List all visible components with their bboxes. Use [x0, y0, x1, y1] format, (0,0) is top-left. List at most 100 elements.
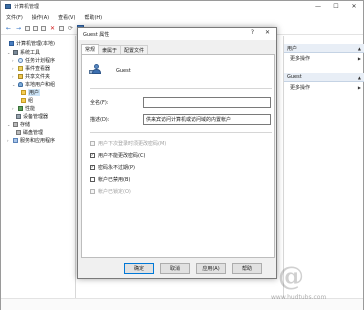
tab-member-of[interactable]: 隶属于: [98, 45, 122, 54]
tree-item-groups[interactable]: 组: [21, 96, 33, 104]
submenu-arrow-icon: ▶: [357, 84, 361, 90]
tree-item-storage[interactable]: ⌄ 存储: [7, 120, 30, 128]
menu-file[interactable]: 文件(F): [6, 14, 23, 21]
actions-item-label: 更多操作: [290, 55, 311, 62]
expand-icon[interactable]: ›: [12, 74, 16, 79]
general-tab-panel: Guest 全名(F): 描述(D): 用户下次登录时须更改密码(M) ✓ 用户…: [81, 54, 275, 258]
tree-label: 组: [28, 97, 34, 104]
tree-item-users[interactable]: 用户: [21, 88, 41, 96]
minimize-button[interactable]: —: [309, 1, 327, 12]
computer-icon: [9, 40, 14, 46]
expand-icon[interactable]: ›: [12, 66, 16, 71]
fullname-label: 全名(F):: [90, 100, 109, 106]
menu-bar: 文件(F) 操作(A) 查看(V) 帮助(H): [1, 12, 363, 23]
help-button[interactable]: 帮助: [232, 263, 262, 274]
checkbox-label: 密码永不过期(P): [98, 164, 135, 171]
expand-icon[interactable]: ›: [12, 58, 16, 63]
dialog-close-icon[interactable]: ✕: [265, 29, 270, 36]
expand-icon[interactable]: ›: [7, 138, 11, 143]
actions-header-label: 用户: [287, 45, 298, 52]
actions-header-label: Guest: [287, 74, 302, 80]
tree-item-root[interactable]: 计算机管理(本地): [3, 39, 55, 47]
tree-label: 事件查看器: [25, 65, 51, 72]
performance-icon: [18, 105, 23, 111]
submenu-arrow-icon: ▶: [357, 55, 361, 61]
checkbox-label: 用户下次登录时须更改密码(M): [98, 140, 167, 147]
folder-icon: [21, 97, 26, 103]
menu-action[interactable]: 操作(A): [32, 14, 49, 21]
window-controls: — ☐ ✕: [309, 1, 363, 12]
services-icon: [13, 137, 18, 143]
help-icon[interactable]: ?: [251, 29, 254, 36]
dialog-title-bar: Guest 属性 ? ✕: [78, 28, 276, 40]
tree-item-task-scheduler[interactable]: › 任务计划程序: [12, 56, 55, 64]
shared-folder-icon: [18, 73, 23, 79]
tree-item-performance[interactable]: › 性能: [12, 104, 35, 112]
checkbox-box[interactable]: ✓: [90, 164, 95, 170]
refresh-icon[interactable]: ⟳: [67, 25, 74, 32]
tree-item-shared-folders[interactable]: › 共享文件夹: [12, 72, 50, 80]
checkbox-box: [90, 188, 95, 194]
dialog-title: Guest 属性: [83, 31, 110, 38]
fullname-input[interactable]: [143, 97, 271, 108]
actions-header-users[interactable]: 用户 ▲: [284, 44, 364, 53]
tree-item-local-users-groups[interactable]: ⌄ 本地用户和组: [12, 80, 55, 88]
checkbox-label: 帐户已锁定(O): [98, 188, 131, 195]
actions-header-guest[interactable]: Guest ▲: [284, 73, 364, 82]
show-tree-icon[interactable]: [33, 26, 38, 31]
tree-label: 服务和应用程序: [20, 137, 56, 144]
ok-button[interactable]: 确定: [124, 263, 154, 274]
checkbox-label: 帐户已禁用(B): [98, 176, 131, 183]
watermark-logo-icon: @: [278, 262, 304, 292]
divider: [90, 88, 272, 89]
back-arrow-icon[interactable]: ←: [5, 25, 12, 32]
checkbox-box[interactable]: [90, 176, 95, 182]
tree-item-device-manager[interactable]: 设备管理器: [16, 112, 48, 120]
tree-item-system-tools[interactable]: ⌄ 系统工具: [7, 48, 40, 56]
menu-view[interactable]: 查看(V): [58, 14, 75, 21]
tree-label: 系统工具: [20, 49, 41, 56]
collapse-icon[interactable]: ⌄: [7, 122, 11, 127]
watermark-url: www.hudtubs.com: [271, 294, 327, 301]
tree-label: 计算机管理(本地): [16, 40, 55, 47]
collapse-icon[interactable]: ⌄: [7, 50, 11, 55]
tab-profile[interactable]: 配置文件: [120, 45, 149, 54]
checkbox-box[interactable]: ✓: [90, 152, 95, 158]
maximize-button[interactable]: ☐: [327, 1, 345, 12]
tree-label: 本地用户和组: [25, 81, 56, 88]
tree-item-event-viewer[interactable]: › 事件查看器: [12, 64, 50, 72]
checkbox-account-disabled[interactable]: 帐户已禁用(B): [90, 175, 130, 183]
checkbox-password-never-expires[interactable]: ✓ 密码永不过期(P): [90, 163, 135, 171]
window-title: 计算机管理: [14, 4, 40, 10]
guest-properties-dialog: Guest 属性 ? ✕ 常规 隶属于 配置文件 Guest 全名(F): 描述…: [77, 27, 277, 279]
actions-more-2[interactable]: 更多操作 ▶: [284, 83, 364, 91]
tree-item-services-apps[interactable]: › 服务和应用程序: [7, 136, 55, 144]
storage-icon: [13, 121, 18, 127]
description-label: 描述(D):: [90, 117, 110, 123]
checkbox-cannot-change-password[interactable]: ✓ 用户不能更改密码(C): [90, 151, 145, 159]
tab-general[interactable]: 常规: [81, 44, 100, 54]
close-button[interactable]: ✕: [345, 1, 363, 12]
cancel-button[interactable]: 取消: [160, 263, 190, 274]
collapse-icon[interactable]: ⌄: [12, 82, 16, 87]
tree-label: 用户: [28, 88, 41, 96]
actions-more-1[interactable]: 更多操作 ▶: [284, 54, 364, 62]
expand-icon[interactable]: ›: [12, 106, 16, 111]
delete-icon[interactable]: ✕: [49, 25, 56, 32]
collapse-up-icon[interactable]: ▲: [358, 75, 361, 80]
properties-icon[interactable]: [41, 26, 46, 31]
dialog-tabs: 常规 隶属于 配置文件: [81, 44, 149, 54]
export-list-icon[interactable]: [59, 26, 64, 31]
apply-button[interactable]: 应用(A): [196, 263, 226, 274]
forward-arrow-icon[interactable]: →: [15, 25, 22, 32]
description-input[interactable]: [143, 114, 271, 125]
up-folder-icon[interactable]: [25, 26, 30, 31]
menu-help[interactable]: 帮助(H): [84, 14, 102, 21]
collapse-up-icon[interactable]: ▲: [358, 46, 361, 51]
tree-item-disk-management[interactable]: 磁盘管理: [16, 128, 43, 136]
checkbox-must-change-password: 用户下次登录时须更改密码(M): [90, 139, 166, 147]
event-log-icon: [18, 65, 23, 71]
title-bar: 计算机管理 — ☐ ✕: [1, 1, 363, 12]
username-label: Guest: [116, 68, 131, 74]
user-account-icon: [89, 64, 101, 74]
